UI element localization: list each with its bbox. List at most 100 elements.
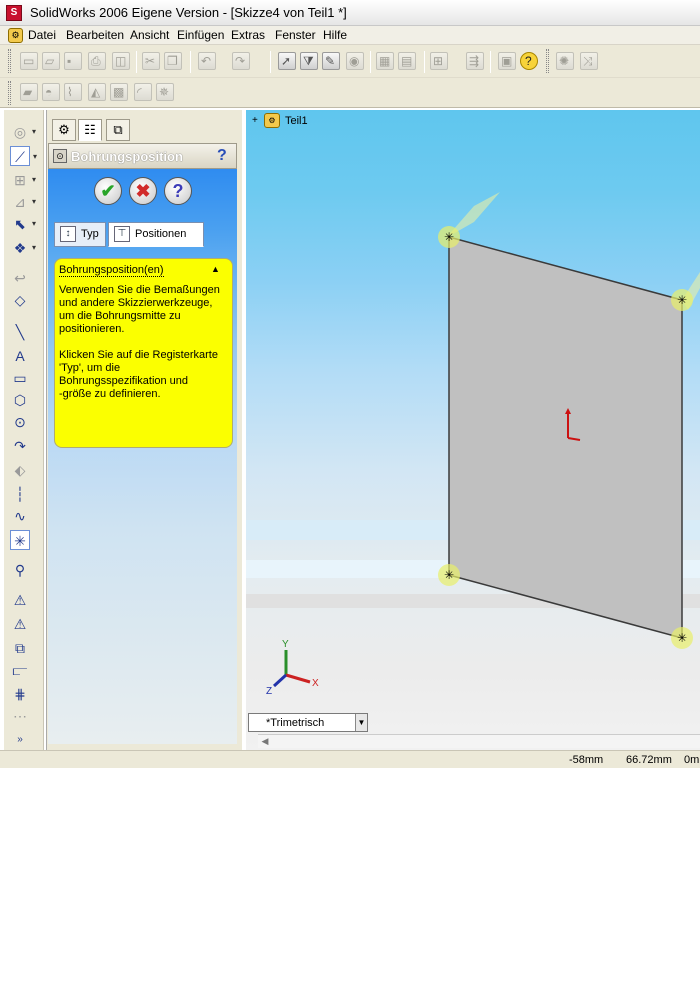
print-icon[interactable]: ⎙ [88,52,106,70]
shell-icon[interactable]: ✵ [156,83,174,101]
hole-type-icon: ↕ [60,226,76,242]
cancel-button[interactable]: ✖ [129,177,157,205]
part-name: Teil1 [285,115,308,127]
tab-typ[interactable]: ↕ Typ [54,222,106,247]
revolve-boss-icon[interactable]: ◓ [42,83,60,101]
status-bar: -58mm 66.72mm 0mm [0,750,700,768]
tab-positionen[interactable]: ⊤ Positionen [108,222,204,247]
undo-icon[interactable]: ↶ [198,52,216,70]
new-document-icon[interactable]: ▭ [20,52,38,70]
add-relation-icon[interactable]: ◇ [10,290,30,310]
point-icon[interactable]: ✳ [10,530,30,550]
select-arrow-icon[interactable]: ➚ [278,52,296,70]
x-axis-label: X [312,678,319,689]
sketch-mode-icon[interactable]: ✎ [322,52,340,70]
feature-manager-tab-icon[interactable]: ⚙ [52,119,76,141]
expand-icon[interactable]: + [252,115,258,126]
polygon-icon[interactable]: ⬡ [10,390,30,410]
sketch-picture-icon[interactable]: ⚲ [10,560,30,580]
extrude-boss-icon[interactable]: ▰ [20,83,38,101]
menu-extras[interactable]: Extras [231,28,265,42]
help-icon[interactable]: ? [520,52,538,70]
scroll-left-icon[interactable]: ◀ [258,735,272,748]
menu-ansicht[interactable]: Ansicht [130,28,169,42]
context-help-icon[interactable]: ? [217,147,227,165]
graphics-area[interactable]: ✳ ✳ ✳ ✳ Y X Z [246,110,700,750]
arc-icon[interactable]: ↷ [10,436,30,456]
toolbar-grip[interactable] [8,49,11,73]
exit-sketch-icon[interactable]: ↩ [10,268,30,288]
rebuild-icon[interactable]: ◉ [346,52,364,70]
fillet-icon[interactable]: ◜ [134,83,152,101]
linear-pattern-icon[interactable]: ⋕ [10,684,30,704]
task-pane-icon[interactable]: ▣ [498,52,516,70]
model-view: ✳ ✳ ✳ ✳ Y X Z [246,192,700,697]
menu-hilfe[interactable]: Hilfe [323,28,347,42]
line-icon[interactable]: ╲ [10,322,30,342]
solidworks-app-icon[interactable]: S [6,5,22,21]
sketch-icon[interactable]: ⊿ ▾ [10,192,36,212]
collapse-up-icon[interactable]: ▲ [211,264,220,274]
trim-icon[interactable]: ⚠ [10,614,30,634]
open-icon[interactable]: ▱ [42,52,60,70]
offset-icon[interactable]: ⫍ [10,660,30,680]
ok-button[interactable]: ✔ [94,177,122,205]
save-icon[interactable]: ▪ [64,52,82,70]
toolbar-separator [370,51,371,73]
properties-icon[interactable]: ▤ [398,52,416,70]
help-button[interactable]: ? [164,177,192,205]
spline-icon[interactable]: ∿ [10,506,30,526]
text-icon[interactable]: A [10,346,30,366]
options-icon[interactable]: ▦ [376,52,394,70]
corner-point-top-left: ✳ [438,226,460,248]
redo-icon[interactable]: ↷ [232,52,250,70]
convert-entities-icon[interactable]: ⧉ [10,638,30,658]
menu-datei[interactable]: Datei [28,28,56,42]
extrude-cut-icon[interactable]: ▩ [110,83,128,101]
copy-icon[interactable]: ❐ [164,52,182,70]
select-filter-icon[interactable]: ⧩ [300,52,318,70]
move-face-icon[interactable]: ⤨ [580,52,598,70]
sweep-icon[interactable]: ⌇ [64,83,82,101]
view-orientation-icon[interactable]: ❖ ▾ [10,238,36,258]
centerline-icon[interactable]: ┆ [10,484,30,504]
status-x-coordinate: -58mm [569,754,604,766]
smart-dimension-icon[interactable]: ⟋ ▾ [10,146,37,166]
select-tools-icon[interactable]: ⬉ ▾ [10,214,36,234]
print-preview-icon[interactable]: ◫ [112,52,130,70]
cut-icon[interactable]: ✂ [142,52,160,70]
property-manager-tab-icon[interactable]: ☷ [78,119,102,141]
menu-einfuegen[interactable]: Einfügen [177,28,224,42]
menu-bearbeiten[interactable]: Bearbeiten [66,28,124,42]
toolbar-grip[interactable] [546,49,549,73]
property-manager-title: Bohrungsposition [71,149,183,164]
toolbar-separator [190,51,191,73]
group-title[interactable]: Bohrungsposition(en) [59,264,164,277]
document-menu-icon[interactable]: ⚙ [8,28,23,43]
loft-icon[interactable]: ◭ [88,83,106,101]
chevron-down-icon[interactable]: ▼ [355,714,367,731]
view-orientation-select[interactable]: *Trimetrisch ▼ [248,713,368,732]
y-axis-label: Y [282,639,289,650]
property-manager-header: ⊙ Bohrungsposition ? [48,143,237,169]
design-library-icon[interactable]: ⇶ [466,52,484,70]
svg-text:✳: ✳ [444,230,454,244]
standard-toolbar: ▭ ▱ ▪ ⎙ ◫ ✂ ❐ ↶ ↷ ➚ ⧩ ✎ ◉ ▦ ▤ ⊞ ⇶ ▣ ? ✺ … [0,45,700,78]
part-icon: ⚙ [264,113,280,128]
rotate-view-icon[interactable]: ◎ ▾ [10,122,36,142]
relations-icon[interactable]: ⊞ ▾ [10,170,36,190]
horizontal-scrollbar[interactable]: ◀ [258,734,700,748]
toolbox-icon[interactable]: ⊞ [430,52,448,70]
toolbar-grip[interactable] [8,81,11,105]
configuration-manager-tab-icon[interactable]: ⧉ [106,119,130,141]
circle-icon[interactable]: ⊙ [10,412,30,432]
rectangle-icon[interactable]: ▭ [10,368,30,388]
mirror-icon[interactable]: ⚠ [10,590,30,610]
menu-fenster[interactable]: Fenster [275,28,316,42]
more-tools-icon[interactable]: » [10,730,30,750]
property-manager-body [48,169,237,744]
sketch-fillet-icon[interactable]: ⬖ [10,460,30,480]
instant3d-icon[interactable]: ✺ [556,52,574,70]
move-entities-icon[interactable]: ⋯ [10,706,30,726]
toolbar-separator [270,51,271,73]
